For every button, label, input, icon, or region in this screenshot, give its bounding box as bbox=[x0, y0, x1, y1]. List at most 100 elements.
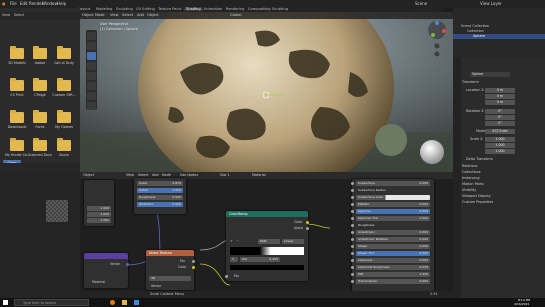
fac-output-socket[interactable] bbox=[192, 260, 195, 263]
bsdf-input-socket[interactable] bbox=[351, 203, 354, 206]
bsdf-field[interactable]: Clearcoat Roughness 0.030 bbox=[356, 265, 430, 270]
scale-z-field[interactable]: 1.000 bbox=[485, 149, 515, 154]
vector-output-socket[interactable] bbox=[126, 263, 129, 266]
colorramp-fac-socket[interactable] bbox=[225, 275, 228, 278]
menu-edit[interactable]: Edit bbox=[20, 1, 28, 6]
transform-orientation[interactable]: Global bbox=[230, 13, 241, 17]
add-stop-icon[interactable]: + bbox=[230, 239, 233, 243]
bsdf-input-socket[interactable] bbox=[351, 280, 354, 283]
noise-texture-node[interactable]: Noise Texture Fac Color 3D Vector bbox=[146, 250, 195, 290]
bsdf-field[interactable]: Specular 0.500 bbox=[356, 209, 430, 214]
folder-icon[interactable] bbox=[10, 78, 24, 91]
annotate-tool-icon[interactable] bbox=[87, 92, 96, 100]
menu-window[interactable]: Window bbox=[42, 1, 58, 6]
color-mode-dropdown[interactable]: RGB bbox=[258, 239, 280, 244]
menu-help[interactable]: Help bbox=[57, 1, 66, 6]
folder-icon[interactable] bbox=[33, 46, 47, 59]
bsdf-field[interactable]: Anisotropic 0.000 bbox=[356, 230, 430, 235]
colorramp-color-socket[interactable] bbox=[306, 221, 309, 224]
file-explorer-taskbar-icon[interactable] bbox=[122, 300, 127, 305]
transform-tool-icon[interactable] bbox=[87, 82, 96, 90]
viewport-object-menu[interactable]: Object bbox=[147, 13, 159, 17]
bsdf-field[interactable]: IOR 1.450 bbox=[356, 272, 430, 277]
transform-section-header[interactable]: Transform bbox=[462, 80, 479, 84]
folder-icon[interactable] bbox=[57, 138, 71, 151]
delta-transform-section[interactable]: Delta Transform bbox=[466, 157, 493, 161]
bsdf-input-socket[interactable] bbox=[351, 224, 354, 227]
bsdf-input-socket[interactable] bbox=[351, 217, 354, 220]
bsdf-field[interactable]: Specular Tint 0.000 bbox=[356, 216, 430, 221]
color-ramp-gradient[interactable] bbox=[230, 247, 304, 255]
object-name-field[interactable]: Sphere bbox=[470, 72, 510, 77]
view-menu[interactable]: View bbox=[2, 13, 10, 17]
visibility-section[interactable]: Visibility bbox=[462, 188, 476, 192]
bsdf-input-socket[interactable] bbox=[351, 189, 354, 192]
tab-texture-paint[interactable]: Texture Paint bbox=[158, 7, 181, 11]
bsdf-field[interactable]: Clearcoat 0.000 bbox=[356, 258, 430, 263]
tab-modeling[interactable]: Modeling bbox=[96, 7, 112, 11]
stop-position-field[interactable]: Pos 0.455 bbox=[240, 257, 280, 262]
bsdf-field[interactable]: Sheen 0.000 bbox=[356, 244, 430, 249]
bsdf-field[interactable]: Sheen Tint 0.500 bbox=[356, 251, 430, 256]
tab-uv-editing[interactable]: UV Editing bbox=[136, 7, 155, 11]
bsdf-input-socket[interactable] bbox=[351, 238, 354, 241]
colorramp-node[interactable]: ColorRamp Color Alpha + − RGB Linear 1 P… bbox=[225, 211, 309, 281]
blender-taskbar-icon[interactable] bbox=[110, 300, 115, 305]
custom-properties-section[interactable]: Custom Properties bbox=[462, 200, 493, 204]
folder-icon[interactable] bbox=[57, 46, 71, 59]
collections-section[interactable]: Collections bbox=[462, 170, 481, 174]
3d-viewport[interactable] bbox=[80, 12, 453, 172]
colorramp-alpha-socket[interactable] bbox=[306, 227, 309, 230]
bsdf-input-socket[interactable] bbox=[351, 259, 354, 262]
taskbar-search-input[interactable]: Type here to search bbox=[14, 299, 89, 306]
rotation-z-field[interactable]: 0° bbox=[485, 121, 515, 126]
scale-x-field[interactable]: 1.000 bbox=[485, 137, 515, 142]
viewport-view-menu[interactable]: View bbox=[110, 13, 119, 17]
outliner-row-collection[interactable]: Collection bbox=[467, 29, 484, 33]
tab-rendering[interactable]: Rendering bbox=[226, 7, 244, 11]
menu-file[interactable]: File bbox=[10, 1, 17, 6]
tab-sculpting[interactable]: Sculpting bbox=[116, 7, 133, 11]
folder-icon[interactable] bbox=[57, 78, 71, 91]
motion-paths-section[interactable]: Motion Paths bbox=[462, 182, 484, 186]
rotate-tool-icon[interactable] bbox=[87, 62, 96, 70]
measure-tool-icon[interactable] bbox=[87, 102, 96, 110]
bsdf-field[interactable]: Roughness bbox=[356, 223, 430, 228]
scale-y-field[interactable]: 1.000 bbox=[485, 143, 515, 148]
bsdf-input-socket[interactable] bbox=[351, 273, 354, 276]
bsdf-field[interactable]: Transmission 0.000 bbox=[356, 279, 430, 284]
select-tool-icon[interactable] bbox=[87, 32, 96, 40]
mapping-scale-x[interactable]: 1.000 bbox=[87, 206, 111, 211]
instancing-section[interactable]: Instancing bbox=[462, 176, 480, 180]
stop-color-swatch[interactable] bbox=[230, 265, 304, 270]
viewport-display-section[interactable]: Viewport Display bbox=[462, 194, 491, 198]
edge-taskbar-icon[interactable] bbox=[134, 300, 139, 305]
stop-index-field[interactable]: 1 bbox=[230, 257, 238, 262]
properties-tabs[interactable] bbox=[453, 58, 461, 307]
node-field-scale[interactable]: Scale 2.876 bbox=[137, 181, 183, 186]
select-menu[interactable]: Select bbox=[14, 13, 24, 17]
bsdf-input-socket[interactable] bbox=[351, 210, 354, 213]
folder-icon[interactable] bbox=[10, 110, 24, 123]
view-layer-selector[interactable]: View Layer bbox=[480, 1, 502, 6]
bsdf-input-socket[interactable] bbox=[351, 245, 354, 248]
noise-dimension-dropdown[interactable]: 3D bbox=[149, 276, 191, 281]
bsdf-field[interactable]: Subsurface Color bbox=[356, 195, 430, 200]
rotation-x-field[interactable]: 0° bbox=[485, 109, 515, 114]
mapping-scale-z[interactable]: 1.000 bbox=[87, 218, 111, 223]
tab-compositing[interactable]: Compositing bbox=[248, 7, 271, 11]
relations-section[interactable]: Relations bbox=[462, 164, 478, 168]
tab-animation[interactable]: Animation bbox=[204, 7, 222, 11]
remove-stop-icon[interactable]: − bbox=[236, 239, 239, 243]
bsdf-field[interactable]: Anisotropic Rotation 0.000 bbox=[356, 237, 430, 242]
folder-icon[interactable] bbox=[33, 138, 47, 151]
location-z-field[interactable]: 0 m bbox=[485, 100, 515, 105]
node-field-distortion[interactable]: Distortion 0.000 bbox=[137, 202, 183, 207]
tab-shading[interactable]: Shading bbox=[184, 7, 203, 11]
folder-icon[interactable] bbox=[33, 110, 47, 123]
bsdf-field[interactable]: Subsurface 0.000 bbox=[356, 181, 430, 186]
blender-logo-icon[interactable]: ● bbox=[2, 1, 6, 6]
bsdf-field[interactable]: Metallic 0.000 bbox=[356, 202, 430, 207]
node-field-roughness[interactable]: Roughness 0.500 bbox=[137, 195, 183, 200]
interpolation-dropdown[interactable]: Linear bbox=[282, 239, 304, 244]
